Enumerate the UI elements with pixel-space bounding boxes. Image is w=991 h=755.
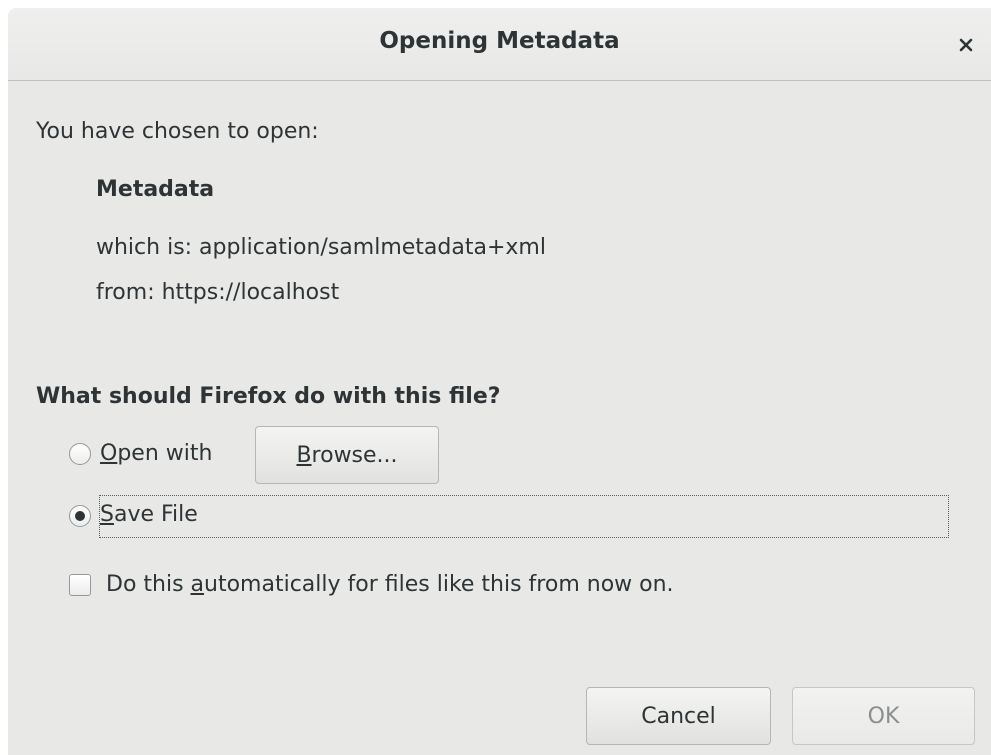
dialog-titlebar: Opening Metadata — [8, 8, 991, 81]
save-file-focus-ring — [99, 495, 949, 538]
cancel-button[interactable]: Cancel — [586, 687, 771, 745]
dialog-title: Opening Metadata — [379, 28, 620, 54]
open-with-label[interactable]: Open with — [100, 441, 212, 466]
intro-label: You have chosen to open: — [36, 119, 319, 144]
close-button[interactable] — [951, 30, 981, 60]
file-source: from: https://localhost — [96, 280, 340, 305]
auto-checkbox[interactable] — [69, 574, 91, 596]
open-with-mnemonic: O — [100, 441, 118, 466]
save-file-label[interactable]: Save File — [100, 502, 198, 527]
save-file-radio-dot — [75, 511, 85, 521]
open-with-label-rest: pen with — [117, 441, 213, 466]
auto-label[interactable]: Do this automatically for files like thi… — [106, 572, 674, 597]
question-label: What should Firefox do with this file? — [36, 384, 501, 409]
browse-mnemonic: B — [296, 442, 312, 468]
ok-button[interactable]: OK — [792, 687, 975, 745]
opening-file-dialog: Opening Metadata You have chosen to open… — [8, 8, 991, 755]
close-icon — [959, 38, 973, 52]
save-file-radio[interactable] — [69, 505, 91, 527]
save-file-mnemonic: S — [100, 502, 114, 527]
auto-mnemonic: a — [190, 572, 205, 597]
browse-label-rest: rowse... — [311, 442, 398, 468]
auto-label-after: utomatically for files like this from no… — [204, 572, 674, 597]
save-file-label-rest: ave File — [113, 502, 198, 527]
browse-button[interactable]: Browse... — [255, 426, 439, 484]
file-name: Metadata — [96, 177, 215, 202]
auto-label-before: Do this — [106, 572, 191, 597]
open-with-radio[interactable] — [69, 443, 91, 465]
file-type: which is: application/samlmetadata+xml — [96, 235, 546, 260]
dialog-content: You have chosen to open: Metadata which … — [8, 81, 991, 755]
